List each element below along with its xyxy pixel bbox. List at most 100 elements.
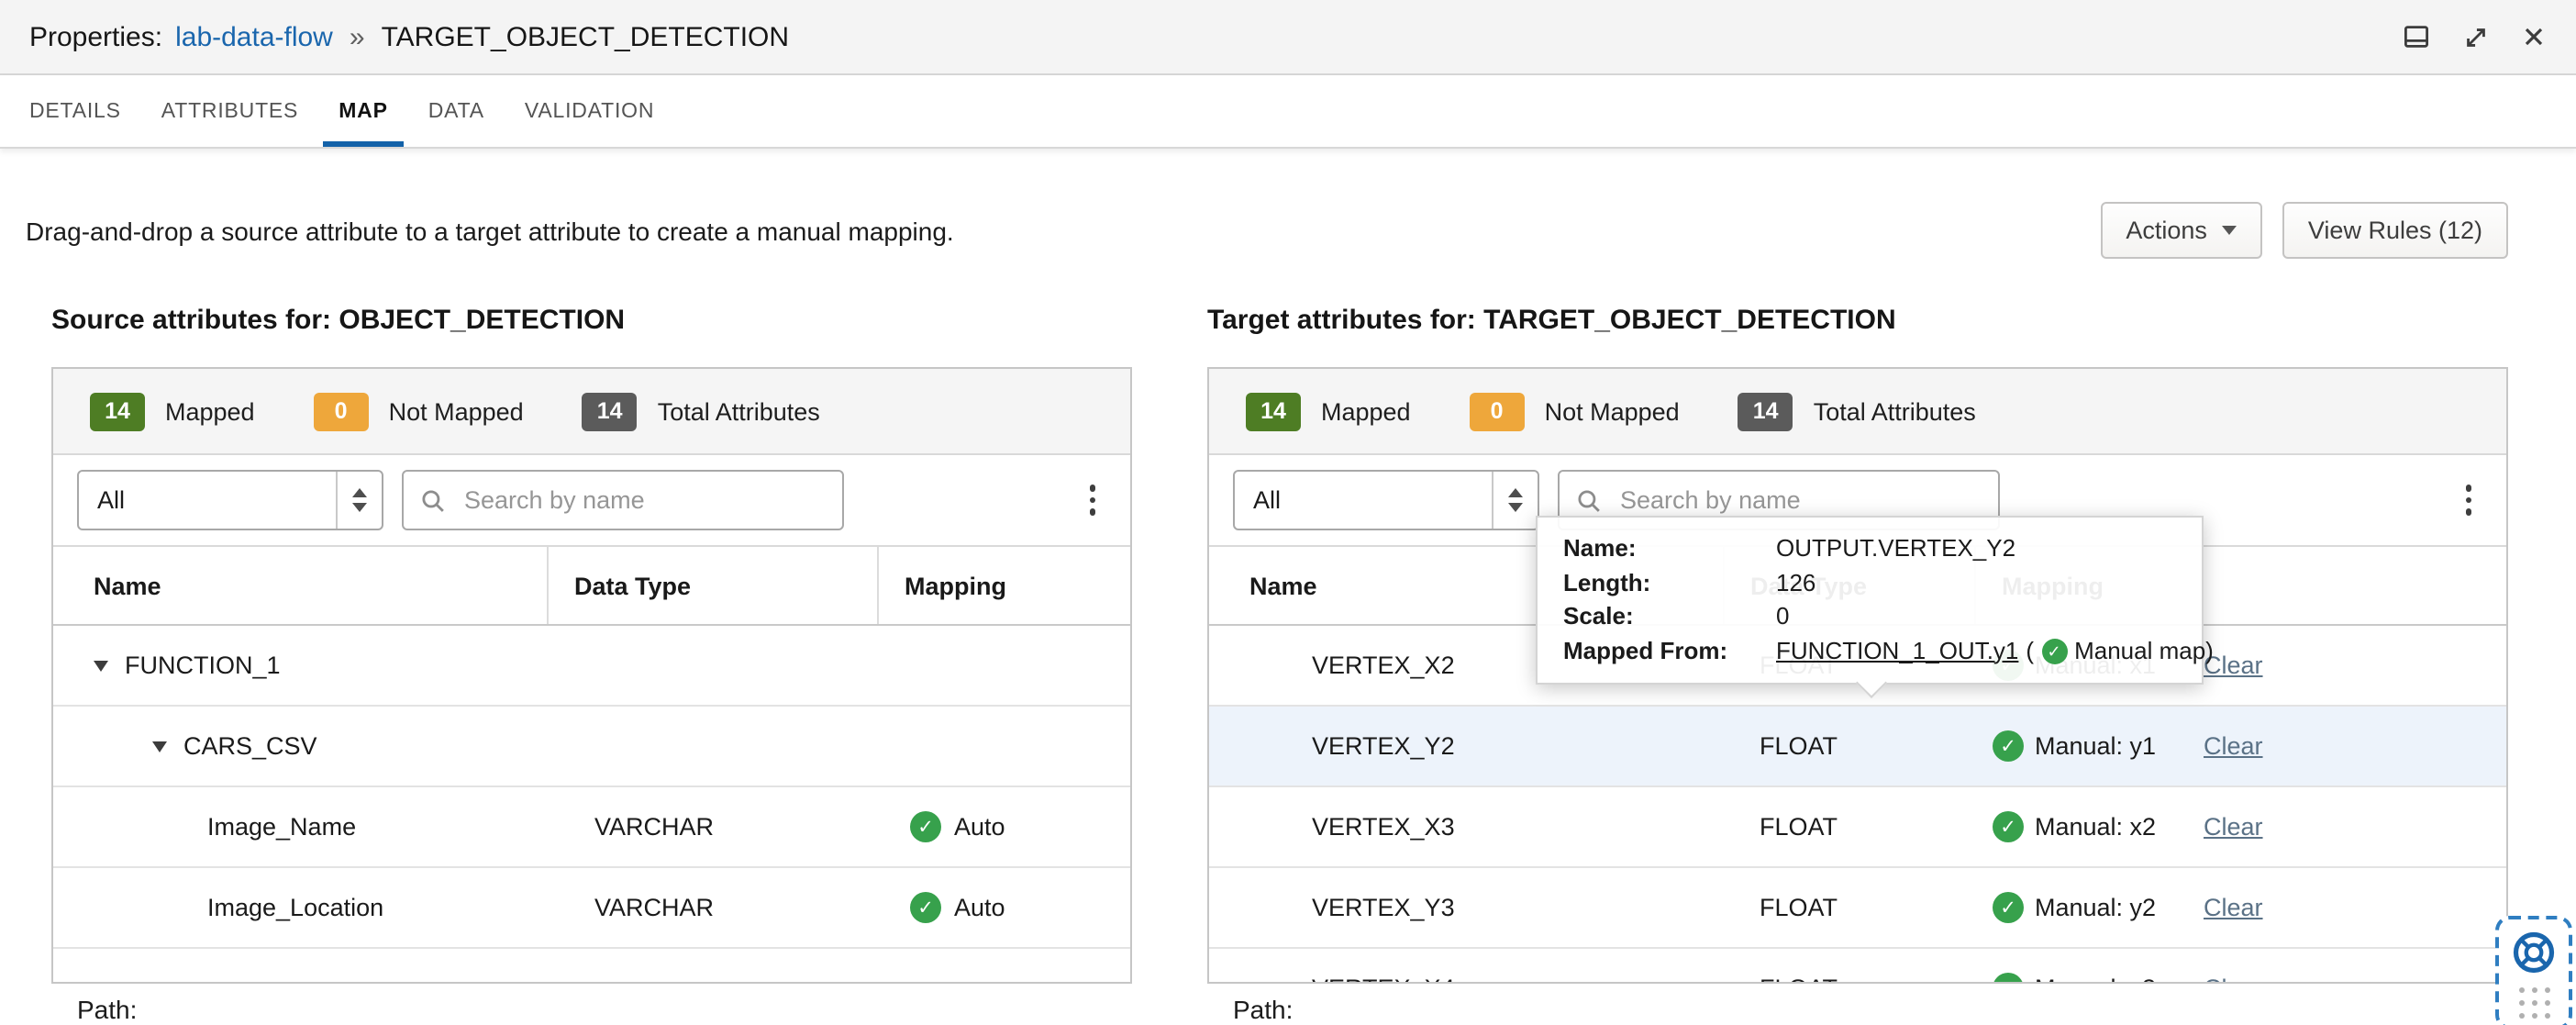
tab-details[interactable]: DETAILS: [9, 75, 141, 147]
tooltip-paren-open: (: [2026, 636, 2035, 663]
select-arrows-icon: [336, 472, 382, 529]
clear-mapping-link[interactable]: Clear: [2204, 813, 2263, 841]
clear-mapping-link[interactable]: Clear: [2204, 894, 2263, 921]
group-name: FUNCTION_1: [125, 652, 281, 679]
total-count-badge: 14: [582, 392, 638, 430]
attribute-filter-select[interactable]: All: [1233, 470, 1539, 530]
overflow-menu-icon[interactable]: [1078, 478, 1106, 523]
target-path-label: Path:: [1233, 995, 1294, 1024]
attribute-data-type: FLOAT: [1723, 949, 1974, 982]
attribute-name: VERTEX_Y3: [1312, 894, 1455, 921]
dock-panel-icon[interactable]: [2402, 22, 2431, 51]
mapped-check-icon: [910, 811, 941, 842]
filter-select-value: All: [1253, 486, 1282, 514]
column-header-name: Name: [94, 572, 161, 599]
mapped-from-attribute-link: FUNCTION_1_OUT.y1: [1776, 636, 2019, 663]
attribute-name: Image_Name: [207, 813, 357, 841]
caret-down-icon: [2221, 226, 2237, 235]
mapped-check-icon: [1993, 730, 2024, 762]
attribute-data-type: FLOAT: [1760, 894, 1838, 921]
window-controls: [2402, 22, 2547, 51]
total-label: Total Attributes: [1813, 397, 1976, 425]
breadcrumb-separator-icon: »: [349, 21, 365, 52]
tab-validation[interactable]: VALIDATION: [505, 75, 674, 147]
collapse-toggle-icon[interactable]: [152, 741, 167, 752]
tooltip-mapped-from-label: Mapped From:: [1563, 636, 1728, 663]
attribute-row-vertex-x4[interactable]: VERTEX_X4 FLOAT Manual: x3 Clear: [1209, 949, 2506, 982]
attribute-name: Image_Location: [207, 894, 384, 921]
group-row-function-1[interactable]: FUNCTION_1: [53, 626, 1130, 707]
properties-titlebar: Properties: lab-data-flow » TARGET_OBJEC…: [0, 0, 2576, 75]
source-table-header: Name Data Type Mapping: [53, 547, 1130, 626]
source-panel-title: Source attributes for: OBJECT_DETECTION: [51, 305, 626, 336]
tooltip-name-label: Name:: [1563, 534, 1637, 562]
group-row-cars-csv[interactable]: CARS_CSV: [53, 707, 1130, 787]
help-lifering-icon[interactable]: [2510, 929, 2558, 976]
flow-breadcrumb-link[interactable]: lab-data-flow: [175, 21, 333, 52]
mapped-check-icon: [1993, 973, 2024, 982]
mapped-check-icon: [1993, 892, 2024, 923]
mapping-type: Manual: x2: [2035, 813, 2157, 841]
not-mapped-count-badge: 0: [1469, 392, 1525, 430]
attribute-row-image-location[interactable]: Image_Location VARCHAR Auto: [53, 868, 1130, 949]
tab-map[interactable]: MAP: [318, 75, 408, 147]
column-header-mapping: Mapping: [877, 547, 1130, 624]
properties-tabs: DETAILS ATTRIBUTES MAP DATA VALIDATION: [0, 75, 2576, 149]
attribute-tooltip: Name: OUTPUT.VERTEX_Y2 Length: 126 Scale…: [1536, 516, 2214, 698]
attribute-data-type: FLOAT: [1760, 732, 1838, 760]
attribute-name: VERTEX_X4: [1209, 949, 1723, 982]
mapping-type: Manual: y1: [2035, 732, 2157, 760]
tab-data[interactable]: DATA: [408, 75, 505, 147]
group-name: CARS_CSV: [183, 732, 317, 760]
overflow-menu-icon[interactable]: [2454, 478, 2482, 523]
attribute-row-image-name[interactable]: Image_Name VARCHAR Auto: [53, 787, 1130, 868]
attribute-data-type: FLOAT: [1760, 813, 1838, 841]
clear-mapping-link[interactable]: Clear: [2204, 975, 2263, 982]
attribute-row-vertex-y2[interactable]: VERTEX_Y2 FLOAT Manual: y1 Clear: [1209, 707, 2506, 787]
mapping-instruction: Drag-and-drop a source attribute to a ta…: [26, 216, 954, 245]
close-icon[interactable]: [2521, 24, 2547, 50]
filter-select-value: All: [97, 486, 126, 514]
source-attributes-panel: 14 Mapped 0 Not Mapped 14 Total Attribut…: [51, 367, 1132, 984]
properties-window: Properties: lab-data-flow » TARGET_OBJEC…: [0, 0, 2576, 1025]
mapped-count-badge: 14: [90, 392, 145, 430]
attribute-row-vertex-x3[interactable]: VERTEX_X3 FLOAT Manual: x2 Clear: [1209, 787, 2506, 868]
target-panel-title: Target attributes for: TARGET_OBJECT_DET…: [1207, 305, 1896, 336]
not-mapped-label: Not Mapped: [1544, 397, 1680, 425]
properties-label: Properties:: [29, 21, 163, 52]
tooltip-length-label: Length:: [1563, 568, 1651, 596]
attribute-data-type: VARCHAR: [594, 813, 715, 841]
tooltip-map-status: Manual map): [2074, 636, 2214, 663]
source-path-label: Path:: [77, 995, 138, 1024]
tooltip-scale-value: 0: [1776, 602, 1790, 629]
attribute-row-vertex-y3[interactable]: VERTEX_Y3 FLOAT Manual: y2 Clear: [1209, 868, 2506, 949]
view-rules-label: View Rules (12): [2307, 217, 2482, 244]
attribute-filter-select[interactable]: All: [77, 470, 383, 530]
search-input[interactable]: [461, 485, 826, 516]
mapped-check-icon: [910, 892, 941, 923]
expand-icon[interactable]: [2462, 23, 2490, 50]
manual-map-check-icon: [2041, 638, 2068, 664]
select-arrows-icon: [1492, 472, 1538, 529]
tab-attributes[interactable]: ATTRIBUTES: [141, 75, 318, 147]
actions-button[interactable]: Actions: [2100, 202, 2262, 259]
search-icon: [1578, 489, 1600, 511]
target-stats-bar: 14 Mapped 0 Not Mapped 14 Total Attribut…: [1209, 369, 2506, 455]
map-toolbar: Drag-and-drop a source attribute to a ta…: [26, 202, 2508, 259]
mapped-label: Mapped: [165, 397, 255, 425]
view-rules-button[interactable]: View Rules (12): [2282, 202, 2508, 259]
collapse-toggle-icon[interactable]: [94, 660, 108, 671]
mapped-label: Mapped: [1321, 397, 1411, 425]
clear-mapping-link[interactable]: Clear: [2204, 732, 2263, 760]
help-widget[interactable]: [2495, 916, 2572, 1025]
tooltip-name-value: OUTPUT.VERTEX_Y2: [1776, 534, 2016, 562]
mapping-type: Manual: y2: [2035, 894, 2157, 921]
search-input[interactable]: [1616, 485, 1982, 516]
drag-handle-icon[interactable]: [2518, 987, 2549, 1019]
tooltip-length-value: 126: [1776, 568, 1816, 596]
object-name: TARGET_OBJECT_DETECTION: [381, 21, 790, 52]
total-count-badge: 14: [1738, 392, 1793, 430]
source-stats-bar: 14 Mapped 0 Not Mapped 14 Total Attribut…: [53, 369, 1130, 455]
source-filter-row: All: [53, 455, 1130, 547]
mapping-type: Auto: [954, 813, 1005, 841]
